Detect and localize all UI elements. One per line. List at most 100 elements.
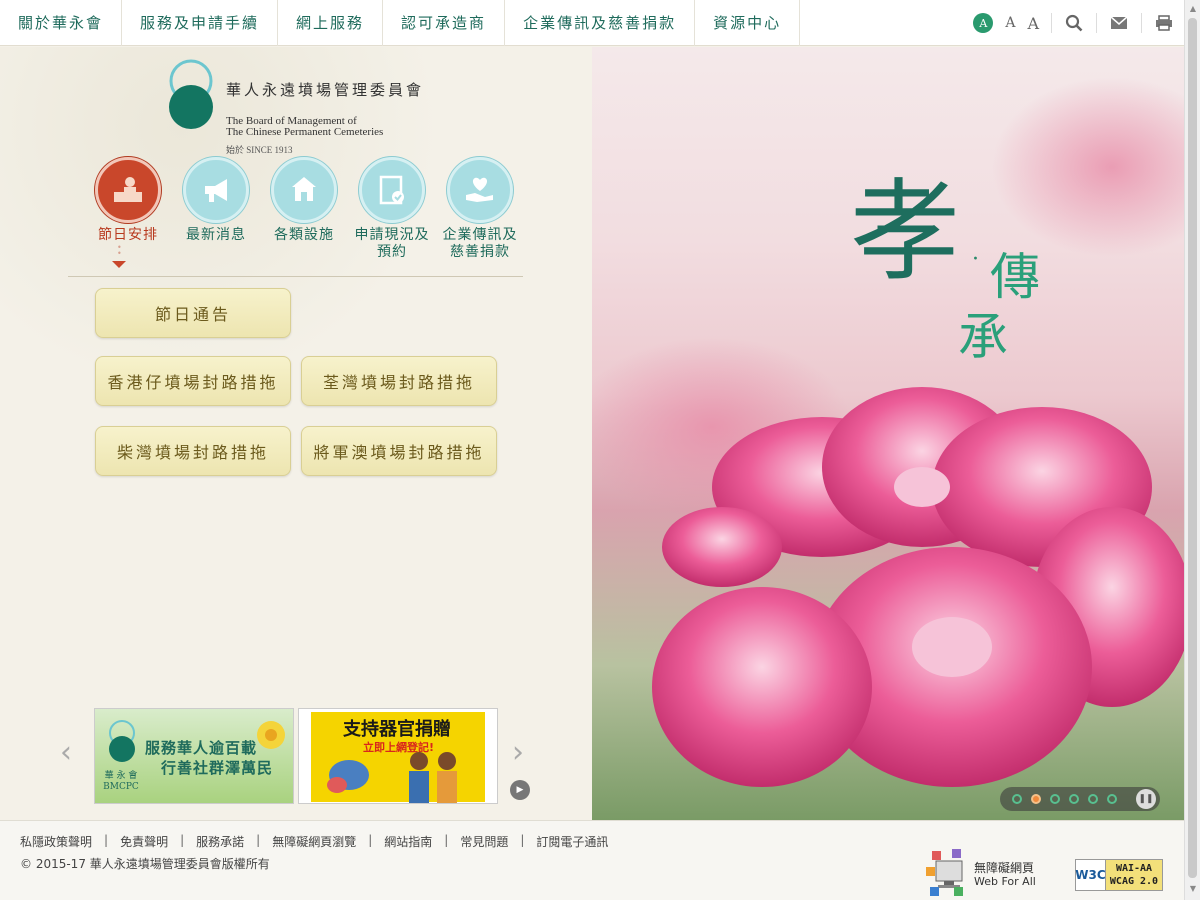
web-for-all-en: Web For All	[974, 875, 1036, 888]
logo-since: 始於 SINCE 1913	[226, 145, 293, 155]
left-panel: 華人永遠墳場管理委員會 The Board of Management of T…	[0, 47, 592, 820]
w3c-logo-icon: W3C	[1075, 860, 1106, 890]
scrollbar-thumb[interactable]	[1188, 18, 1197, 878]
active-indicator-caret	[112, 261, 126, 268]
top-nav: 關於華永會 服務及申請手續 網上服務 認可承造商 企業傳訊及慈善捐款 資源中心 …	[0, 0, 1184, 46]
pause-icon[interactable]: ❚❚	[1136, 789, 1156, 809]
nav-item-resources[interactable]: 資源中心	[695, 0, 801, 46]
w3c-badge-line1: WAI-AA	[1115, 863, 1153, 874]
active-indicator-dots: • •	[117, 243, 122, 258]
font-size-small-button[interactable]: A	[973, 13, 994, 33]
carousel-prev-button[interactable]: ‹	[60, 735, 72, 770]
banner-logo-name: 華 永 會	[104, 771, 138, 781]
slide-dot[interactable]	[1012, 794, 1022, 804]
hero-banner: 孝 · 傳 承 ❚❚	[592, 47, 1184, 820]
quick-nav-label: 各類設施	[274, 227, 334, 243]
font-size-large-button[interactable]: A	[1027, 14, 1039, 33]
scroll-down-arrow-icon[interactable]: ▼	[1188, 884, 1198, 894]
banner-logo-sub: BMCPC	[103, 782, 139, 792]
footer-link-newsletter[interactable]: 訂閱電子通訊	[536, 833, 608, 850]
carousel-play-button[interactable]: ▶	[510, 780, 530, 800]
web-for-all-badge[interactable]: 無障礙網頁 Web For All	[920, 843, 1050, 899]
w3c-wcag-badge[interactable]: W3C WAI-AA WCAG 2.0	[1075, 859, 1163, 891]
quick-nav-label: 申請現況及預約	[354, 227, 430, 260]
footer-link-sitemap[interactable]: 網站指南	[384, 833, 432, 850]
w3c-badge-text: WAI-AA WCAG 2.0	[1106, 860, 1162, 890]
footer-separator: |	[180, 833, 185, 847]
heart-hand-icon	[447, 157, 513, 223]
quick-nav: 節日安排 最新消息 各類設施 申請現況及預約 企業傳訊及慈善捐款 • •	[84, 157, 524, 277]
toolbar-divider	[1141, 13, 1142, 33]
web-for-all-zh: 無障礙網頁	[974, 861, 1035, 875]
print-icon[interactable]	[1154, 13, 1174, 33]
banner-organ-headline: 支持器官捐贈	[343, 719, 451, 740]
font-size-medium-button[interactable]: A	[1005, 15, 1015, 31]
quick-nav-label: 最新消息	[186, 227, 246, 243]
site-logo[interactable]: 華人永遠墳場管理委員會 The Board of Management of T…	[166, 59, 436, 155]
megaphone-icon	[183, 157, 249, 223]
slide-dot-active[interactable]	[1031, 794, 1041, 804]
slide-dot[interactable]	[1069, 794, 1079, 804]
toolbar-divider	[1096, 13, 1097, 33]
toolbar-divider	[1051, 13, 1052, 33]
tseung-kwan-o-road-closure-button[interactable]: 將軍澳墳場封路措拖	[301, 426, 497, 476]
people-illustration-icon	[409, 752, 457, 803]
toolbar: A A A	[973, 0, 1174, 46]
search-icon[interactable]	[1064, 13, 1084, 33]
chai-wan-road-closure-button[interactable]: 柴灣墳場封路措拖	[95, 426, 291, 476]
nav-item-online-services[interactable]: 網上服務	[278, 0, 384, 46]
quick-nav-label: 企業傳訊及慈善捐款	[442, 227, 518, 260]
daffodil-icon	[257, 721, 285, 749]
banner-organ-donation[interactable]: 支持器官捐贈 立即上網登記!	[298, 708, 498, 804]
footer-separator: |	[520, 833, 525, 847]
w3c-badge-line2: WCAG 2.0	[1109, 876, 1159, 887]
footer-link-faq[interactable]: 常見問題	[460, 833, 508, 850]
slide-dot[interactable]	[1088, 794, 1098, 804]
quick-nav-applications[interactable]: 申請現況及預約	[348, 157, 436, 261]
hero-slogan-main: 孝	[850, 168, 960, 296]
logo-emblem-icon	[169, 59, 213, 129]
checklist-icon	[359, 157, 425, 223]
footer-separator: |	[368, 833, 373, 847]
logo-emblem-icon	[109, 720, 135, 762]
footer-link-disclaimer[interactable]: 免責聲明	[120, 833, 168, 850]
banner-logo-text: 華 永 會 BMCPC	[101, 771, 141, 793]
mail-icon[interactable]	[1109, 13, 1129, 33]
banner-carousel: ‹ 華 永 會 BMCPC 服務華人逾百載 行善社群澤萬民 支持器官捐贈 立即上網…	[60, 707, 540, 807]
festival-notice-button[interactable]: 節日通告	[95, 288, 291, 338]
carousel-next-button[interactable]: ›	[512, 735, 524, 770]
banner-line2: 行善社群澤萬民	[161, 759, 274, 777]
hero-slogan-3: 承	[958, 308, 1008, 366]
quick-nav-festival[interactable]: 節日安排	[84, 157, 172, 244]
nav-item-corporate[interactable]: 企業傳訊及慈善捐款	[505, 0, 696, 46]
quick-nav-corporate[interactable]: 企業傳訊及慈善捐款	[436, 157, 524, 261]
logo-english-name-line2: The Chinese Permanent Cemeteries	[226, 126, 384, 138]
organ-illustration-icon	[327, 760, 369, 793]
hero-slide-controls: ❚❚	[1000, 787, 1160, 811]
nav-item-services[interactable]: 服務及申請手續	[122, 0, 279, 46]
vertical-scrollbar[interactable]: ▲ ▼	[1184, 0, 1200, 900]
slide-dot[interactable]	[1050, 794, 1060, 804]
banner-bmcpc-service[interactable]: 華 永 會 BMCPC 服務華人逾百載 行善社群澤萬民	[94, 708, 294, 804]
building-icon	[271, 157, 337, 223]
logo-chinese-name: 華人永遠墳場管理委員會	[226, 81, 425, 99]
footer-link-privacy[interactable]: 私隱政策聲明	[20, 833, 92, 850]
computer-icon	[926, 849, 963, 896]
quick-nav-facilities[interactable]: 各類設施	[260, 157, 348, 244]
festival-icon	[95, 157, 161, 223]
quick-nav-news[interactable]: 最新消息	[172, 157, 260, 244]
footer-link-accessibility[interactable]: 無障礙網頁瀏覽	[272, 833, 356, 850]
copyright: © 2015-17 華人永遠墳場管理委員會版權所有	[20, 857, 270, 871]
scroll-up-arrow-icon[interactable]: ▲	[1188, 4, 1198, 14]
nav-item-about[interactable]: 關於華永會	[0, 0, 123, 46]
footer-separator: |	[256, 833, 261, 847]
footer-separator: |	[104, 833, 109, 847]
footer: 私隱政策聲明 | 免責聲明 | 服務承諾 | 無障礙網頁瀏覽 | 網站指南 | …	[0, 820, 1184, 900]
banner-line1: 服務華人逾百載	[145, 739, 258, 757]
footer-links: 私隱政策聲明 | 免責聲明 | 服務承諾 | 無障礙網頁瀏覽 | 網站指南 | …	[20, 833, 608, 850]
nav-item-contractors[interactable]: 認可承造商	[383, 0, 506, 46]
tsuen-wan-road-closure-button[interactable]: 荃灣墳場封路措拖	[301, 356, 497, 406]
slide-dot[interactable]	[1107, 794, 1117, 804]
aberdeen-road-closure-button[interactable]: 香港仔墳場封路措拖	[95, 356, 291, 406]
footer-link-pledge[interactable]: 服務承諾	[196, 833, 244, 850]
